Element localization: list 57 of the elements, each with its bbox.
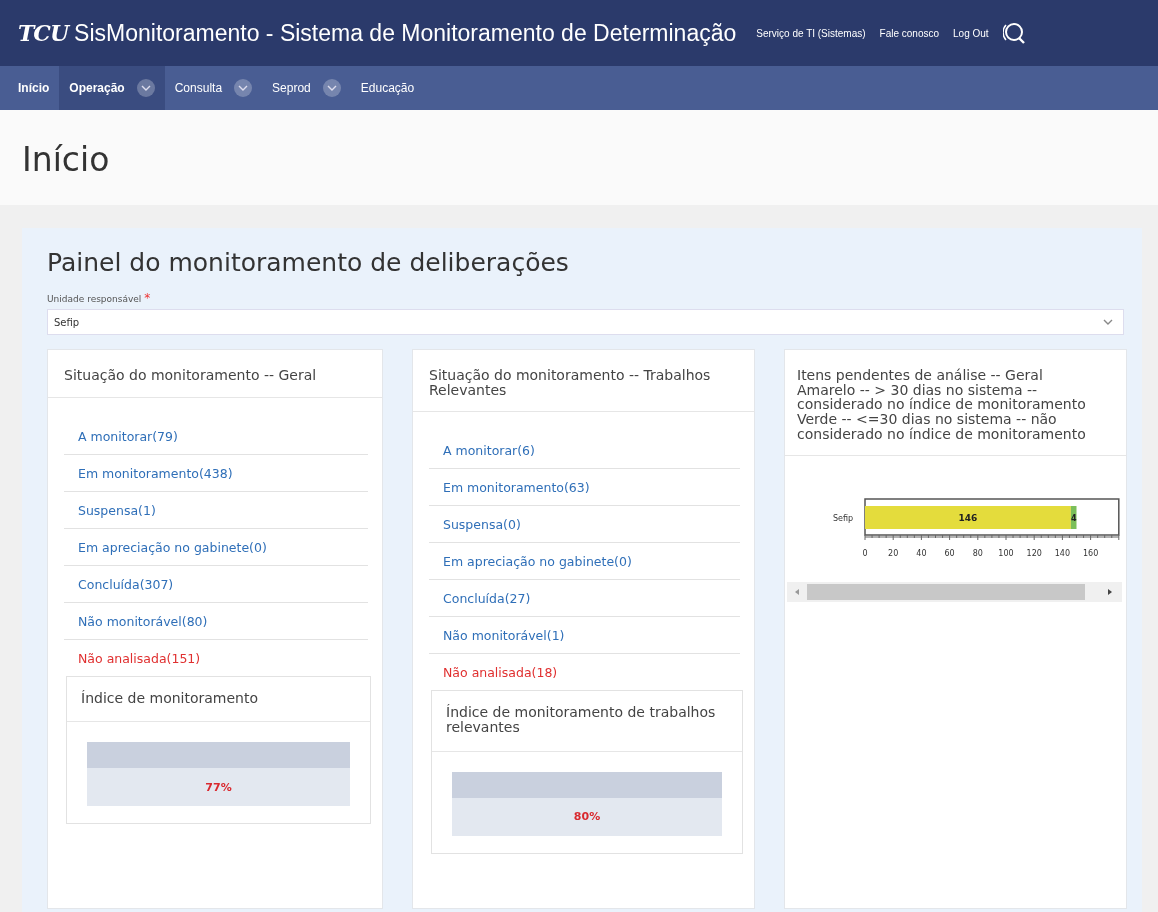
header-link[interactable]: Fale conosco: [879, 27, 940, 39]
tick-label: 40: [916, 549, 927, 559]
header-link[interactable]: Serviço de TI (Sistemas): [756, 27, 866, 39]
scroll-left-icon[interactable]: [793, 588, 801, 597]
index-title: Índice de monitoramento: [81, 690, 259, 706]
index-value: 80%: [573, 810, 601, 824]
tick-label: 140: [1054, 549, 1071, 559]
tick-label: 160: [1082, 549, 1099, 559]
card-title: Verde -- <=30 dias no sistema -- não considerado no índice de monitoramento: [797, 411, 1086, 442]
scroll-right-icon[interactable]: [1106, 588, 1114, 597]
card-title: Situação do monitoramento -- Trabalhos Relevantes: [429, 368, 712, 398]
category-label: Sefip: [832, 514, 853, 524]
tick-label: 0: [862, 549, 868, 559]
field-label: Unidade responsável: [47, 294, 142, 304]
index-title: Índice de monitoramento de trabalhos relevantes: [446, 705, 717, 735]
card-title: Itens pendentes de análise -- Geral: [797, 367, 1043, 383]
status-link[interactable]: Concluída(27): [443, 591, 531, 607]
status-link[interactable]: Não monitorável(1): [443, 628, 565, 644]
logo: TCU: [18, 20, 69, 46]
nav-item[interactable]: Seprod: [262, 66, 351, 110]
chevron-icon[interactable]: [136, 79, 155, 97]
horizontal-scrollbar[interactable]: [787, 582, 1122, 603]
tick-label: 60: [944, 549, 955, 559]
panel-title: Painel do monitoramento de deliberações: [47, 248, 569, 277]
required-mark: *: [144, 291, 151, 305]
card-title: Situação do monitoramento -- Geral: [64, 368, 317, 383]
header-link[interactable]: Log Out: [953, 27, 989, 39]
status-link[interactable]: Em monitoramento(438): [78, 465, 233, 481]
status-link[interactable]: Em monitoramento(63): [443, 480, 590, 496]
index-value: 77%: [205, 780, 232, 794]
data-label: 4: [1070, 513, 1077, 523]
page-title: Início: [22, 140, 110, 179]
tick-label: 100: [998, 549, 1014, 559]
chevron-icon[interactable]: [234, 79, 253, 97]
status-link[interactable]: A monitorar(6): [443, 443, 535, 459]
chevron-icon: [1103, 318, 1113, 326]
chevron-icon[interactable]: [322, 79, 341, 97]
search-icon[interactable]: [1002, 21, 1027, 45]
tick-label: 120: [1026, 549, 1042, 559]
nav-item[interactable]: Início: [8, 66, 60, 110]
status-link[interactable]: Suspensa(1): [78, 502, 156, 518]
unit-select[interactable]: Sefip: [47, 309, 1124, 335]
tick-label: 20: [888, 549, 899, 559]
data-label: 146: [958, 512, 978, 523]
status-link[interactable]: A monitorar(79): [78, 428, 178, 444]
status-link[interactable]: Não monitorável(80): [78, 613, 208, 629]
status-link[interactable]: Em apreciação no gabinete(0): [443, 554, 632, 570]
status-link[interactable]: Concluída(307): [78, 576, 174, 592]
nav-item[interactable]: Educação: [350, 66, 425, 110]
nav-item[interactable]: Operação: [59, 66, 165, 110]
tick-label: 80: [972, 549, 983, 559]
status-link[interactable]: Não analisada(18): [443, 665, 558, 681]
nav-item[interactable]: Consulta: [164, 66, 263, 110]
status-link[interactable]: Em apreciação no gabinete(0): [78, 539, 267, 555]
status-link[interactable]: Não analisada(151): [78, 650, 201, 666]
app-title: SisMonitoramento - Sistema de Monitoramento de Determinação: [74, 19, 737, 47]
status-link[interactable]: Suspensa(0): [443, 517, 521, 533]
